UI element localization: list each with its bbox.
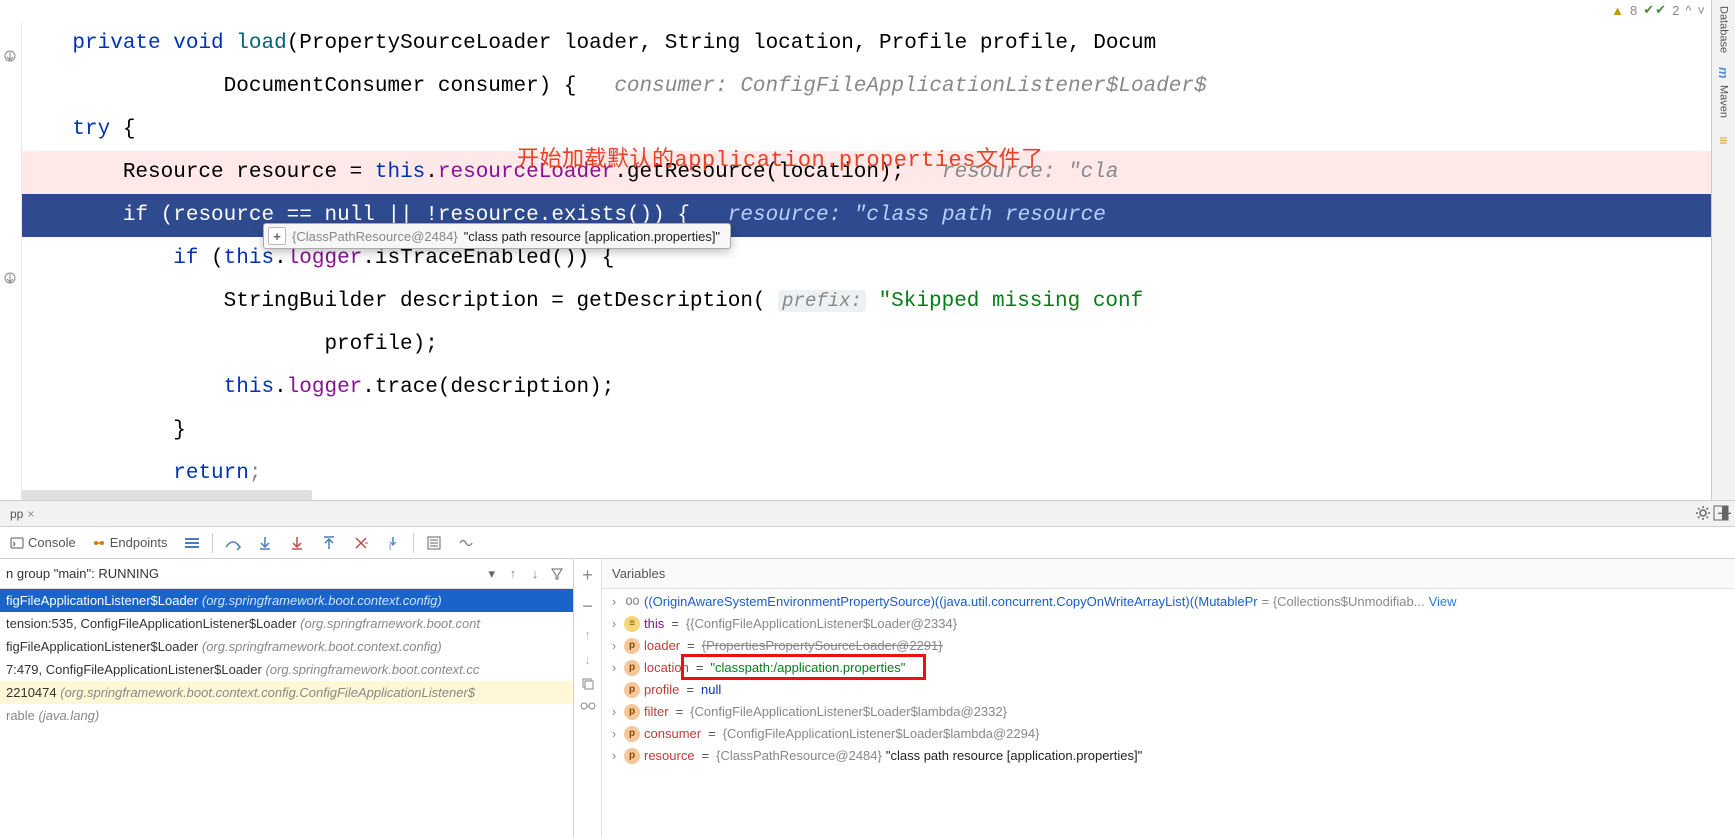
variable-row[interactable]: › p loader= {PropertiesPropertySourceLoa…: [602, 635, 1735, 657]
expand-arrow-icon[interactable]: ›: [608, 635, 620, 657]
frame-row[interactable]: figFileApplicationListener$Loader (org.s…: [0, 635, 573, 658]
variable-row[interactable]: › ≡ this= {{ConfigFileApplicationListene…: [602, 613, 1735, 635]
variable-row[interactable]: › p consumer= {ConfigFileApplicationList…: [602, 723, 1735, 745]
param-icon: p: [624, 748, 640, 764]
frame-row[interactable]: 7:479, ConfigFileApplicationListener$Loa…: [0, 658, 573, 681]
svg-text:I: I: [389, 543, 391, 551]
expand-arrow-icon[interactable]: ›: [608, 723, 620, 745]
debug-run-tab[interactable]: pp ×: [4, 507, 40, 521]
frame-row[interactable]: figFileApplicationListener$Loader (org.s…: [0, 589, 573, 612]
drop-frame-icon[interactable]: [349, 531, 373, 555]
frames-list[interactable]: figFileApplicationListener$Loader (org.s…: [0, 589, 573, 837]
variable-row[interactable]: › p filter= {ConfigFileApplicationListen…: [602, 701, 1735, 723]
code-line[interactable]: }: [22, 409, 1711, 452]
editor-gutter[interactable]: [0, 22, 22, 500]
console-tab[interactable]: Console: [6, 531, 80, 555]
debug-value-tooltip: + {ClassPathResource@2484} "class path r…: [263, 223, 731, 249]
next-frame-icon[interactable]: ↓: [525, 564, 545, 584]
variable-row[interactable]: › p resource= {ClassPathResource@2484} "…: [602, 745, 1735, 767]
variable-row[interactable]: › p profile= null: [602, 679, 1735, 701]
thread-selector[interactable]: n group "main": RUNNING: [6, 566, 480, 581]
close-icon[interactable]: ×: [27, 507, 34, 521]
horizontal-scrollbar[interactable]: [22, 490, 312, 500]
remove-watch-icon[interactable]: −: [582, 596, 593, 617]
field-icon: ≡: [624, 616, 640, 632]
code-line[interactable]: this.logger.trace(description);: [22, 366, 1711, 409]
inline-hint: resource: "class path resource: [728, 204, 1106, 227]
code-editor[interactable]: private void load(PropertySourceLoader l…: [0, 22, 1711, 500]
code-line[interactable]: profile);: [22, 323, 1711, 366]
debug-toolbar: Console Endpoints I: [0, 527, 1735, 559]
check-icon: ✔: [1643, 2, 1654, 18]
endpoints-tab[interactable]: Endpoints: [88, 531, 172, 555]
param-icon: p: [624, 726, 640, 742]
variable-row[interactable]: › p location= "classpath:/application.pr…: [602, 657, 1735, 679]
settings-icon[interactable]: [1695, 505, 1711, 521]
trace-icon[interactable]: [454, 531, 478, 555]
warning-icon: ▲: [1611, 3, 1624, 18]
right-toolwindow-bar: Database m Maven ≡: [1711, 0, 1735, 500]
variables-tree[interactable]: › oo ((OriginAwareSystemEnvironmentPrope…: [602, 589, 1735, 837]
debug-tool-window: pp × — Console Endpoints I: [0, 500, 1735, 837]
nav-down-icon[interactable]: ˅: [1697, 3, 1705, 18]
code-line[interactable]: DocumentConsumer consumer) { consumer: C…: [22, 65, 1711, 108]
watch-up-icon[interactable]: ↑: [584, 627, 591, 642]
evaluate-icon[interactable]: [422, 531, 446, 555]
param-icon: p: [624, 682, 640, 698]
expand-arrow-icon[interactable]: ›: [608, 745, 620, 767]
run-to-cursor-icon[interactable]: I: [381, 531, 405, 555]
variable-row[interactable]: › oo ((OriginAwareSystemEnvironmentPrope…: [602, 591, 1735, 613]
editor-status-bar: ▲ 8 ✔✔ 2 ^ ˅: [1611, 2, 1705, 18]
frame-row[interactable]: 2210474 (org.springframework.boot.contex…: [0, 681, 573, 704]
expand-arrow-icon[interactable]: ›: [608, 657, 620, 679]
override-marker-icon[interactable]: [2, 270, 18, 286]
tooltip-type: {ClassPathResource@2484}: [292, 229, 458, 244]
inline-hint: consumer: ConfigFileApplicationListener$…: [614, 75, 1206, 98]
maven-tab[interactable]: Maven: [1716, 79, 1732, 124]
frames-pane: n group "main": RUNNING ▾ ↑ ↓ figFileApp…: [0, 559, 574, 837]
variables-pane: Variables › oo ((OriginAwareSystemEnviro…: [602, 559, 1735, 837]
code-line[interactable]: return;: [22, 452, 1711, 495]
check-count[interactable]: 2: [1672, 3, 1679, 18]
sidebar-marker-icon: ≡: [1719, 132, 1727, 148]
expand-arrow-icon[interactable]: ›: [608, 591, 620, 613]
expand-icon[interactable]: +: [268, 227, 286, 245]
param-icon: p: [624, 660, 640, 676]
frame-row[interactable]: rable (java.lang): [0, 704, 573, 727]
user-annotation: 开始加载默认的application.properties文件了: [517, 141, 1043, 173]
threads-icon[interactable]: [180, 531, 204, 555]
tooltip-value: "class path resource [application.proper…: [464, 229, 720, 244]
code-line[interactable]: StringBuilder description = getDescripti…: [22, 280, 1711, 323]
filter-frames-icon[interactable]: [547, 564, 567, 584]
warning-count[interactable]: 8: [1630, 3, 1637, 18]
dropdown-icon[interactable]: ▾: [484, 566, 499, 582]
step-out-icon[interactable]: [317, 531, 341, 555]
param-icon: p: [624, 704, 640, 720]
layout-icon[interactable]: [1713, 505, 1729, 521]
force-step-into-icon[interactable]: [285, 531, 309, 555]
code-content[interactable]: private void load(PropertySourceLoader l…: [22, 22, 1711, 500]
code-line[interactable]: private void load(PropertySourceLoader l…: [22, 22, 1711, 65]
override-marker-icon[interactable]: [2, 48, 18, 64]
vars-side-toolbar: + − ↑ ↓: [574, 559, 602, 837]
expand-arrow-icon[interactable]: ›: [608, 613, 620, 635]
watch-down-icon[interactable]: ↓: [584, 652, 591, 667]
param-icon: p: [624, 638, 640, 654]
step-over-icon[interactable]: [221, 531, 245, 555]
nav-up-icon[interactable]: ^: [1685, 3, 1691, 18]
variables-header: Variables: [602, 559, 1735, 589]
frame-row[interactable]: tension:535, ConfigFileApplicationListen…: [0, 612, 573, 635]
copy-icon[interactable]: [581, 677, 595, 691]
new-watch-icon[interactable]: +: [582, 565, 593, 586]
prev-frame-icon[interactable]: ↑: [503, 564, 523, 584]
expand-arrow-icon[interactable]: ›: [608, 701, 620, 723]
glasses-icon[interactable]: [580, 701, 596, 711]
step-into-icon[interactable]: [253, 531, 277, 555]
view-link[interactable]: View: [1429, 591, 1457, 613]
watch-icon: oo: [624, 594, 640, 610]
debug-tab-bar: pp × —: [0, 501, 1735, 527]
database-tab[interactable]: Database: [1716, 0, 1732, 59]
param-hint: prefix:: [778, 290, 866, 312]
maven-icon: m: [1716, 67, 1731, 79]
